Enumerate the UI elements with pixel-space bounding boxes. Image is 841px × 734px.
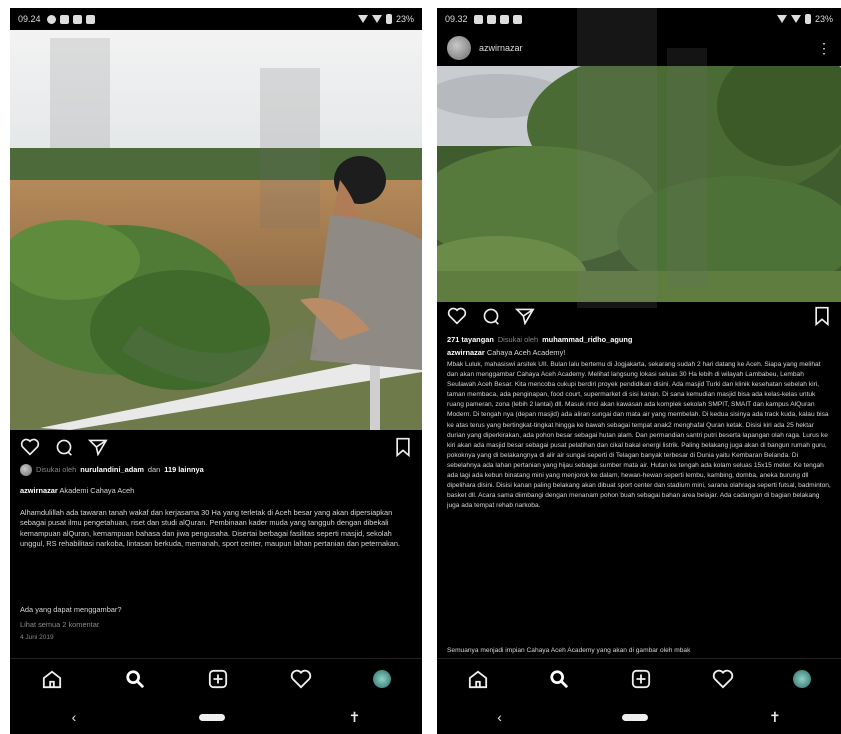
caption-text: Cahaya Aceh Academy! [486, 348, 566, 357]
notification-icons [473, 14, 522, 24]
post-description-tail: Semuanya menjadi impian Cahaya Aceh Acad… [447, 647, 691, 654]
likes-conjunction: dan [147, 464, 161, 474]
notification-icon [499, 14, 509, 24]
post-description: Mbak Luluk, mahasiswi arsitek UII. Bulan… [447, 361, 831, 510]
system-nav: ‹ ✝ [10, 700, 422, 734]
post-actions [10, 432, 422, 462]
notification-icon [486, 14, 496, 24]
liker-username[interactable]: muhammad_ridho_agung [542, 335, 632, 345]
accessibility-icon[interactable]: ✝ [769, 709, 781, 726]
home-icon[interactable] [467, 669, 489, 689]
bottom-nav [437, 658, 841, 699]
likes-count[interactable]: 119 lainnya [164, 465, 203, 475]
like-heart-icon[interactable] [20, 438, 40, 456]
bookmark-icon[interactable] [813, 306, 831, 326]
battery-percent: 23% [814, 14, 833, 24]
caption-username[interactable]: azwirnazar [20, 486, 58, 495]
search-icon[interactable] [548, 669, 570, 689]
home-pill-icon[interactable] [622, 713, 649, 721]
new-post-icon[interactable] [207, 669, 229, 689]
field-photo-image [10, 30, 422, 430]
poster-avatar[interactable] [447, 36, 471, 60]
notification-icon [72, 14, 82, 24]
profile-avatar-icon[interactable] [793, 670, 812, 688]
status-bar: 09.32 23% [437, 8, 841, 30]
views-count[interactable]: 271 tayangan [447, 335, 494, 345]
status-time: 09.32 [445, 14, 468, 24]
caption: azwirnazar Cahaya Aceh Academy! [447, 348, 831, 358]
comment-icon[interactable] [481, 307, 501, 325]
likes-row: Disukai oleh nurulandini_adam dan 119 la… [20, 464, 412, 476]
status-right: 23% [357, 14, 414, 24]
post-date: 4 Juni 2019 [20, 634, 54, 641]
activity-heart-icon[interactable] [290, 669, 312, 689]
share-send-icon[interactable] [515, 307, 535, 325]
caption: azwirnazar Akademi Cahaya Aceh [20, 486, 412, 496]
signal-icon [790, 15, 801, 23]
system-nav: ‹ ✝ [437, 700, 841, 734]
notification-icon [512, 14, 522, 24]
post-description: Alhamdulillah ada tawaran tanah wakaf da… [20, 508, 401, 549]
bookmark-icon[interactable] [394, 437, 412, 457]
status-right: 23% [776, 14, 833, 24]
back-chevron-icon[interactable]: ‹ [72, 709, 77, 725]
status-bar: 09.24 23% [10, 8, 422, 30]
views-prefix: Disukai oleh [497, 335, 539, 344]
notification-icon [85, 14, 95, 24]
notification-icon [59, 14, 69, 24]
wifi-icon [776, 15, 787, 23]
battery-percent: 23% [395, 14, 414, 24]
home-icon[interactable] [41, 669, 63, 689]
activity-heart-icon[interactable] [712, 669, 734, 689]
question-text: Ada yang dapat menggambar? [20, 605, 122, 614]
profile-avatar-icon[interactable] [373, 670, 392, 688]
forest-photo-image [437, 66, 841, 302]
battery-icon [804, 14, 811, 24]
accessibility-icon[interactable]: ✝ [349, 709, 361, 726]
bottom-nav [10, 658, 422, 699]
caption-username[interactable]: azwirnazar [447, 348, 485, 357]
likes-prefix: Disukai oleh [36, 464, 77, 474]
status-time: 09.24 [18, 14, 41, 24]
view-comments-link[interactable]: Lihat semua 2 komentar [20, 620, 412, 630]
right-phone-screen: 09.32 23% azwirnazar ⋮ 271 tayangan Disu… [437, 8, 841, 734]
share-send-icon[interactable] [88, 438, 108, 456]
like-heart-icon[interactable] [447, 307, 467, 325]
post-photo[interactable] [437, 66, 841, 302]
left-phone-screen: 09.24 23% Disukai oleh nurulandini_adam … [10, 8, 422, 734]
post-photo[interactable] [10, 30, 422, 430]
wifi-icon [357, 15, 368, 23]
liker-username[interactable]: nurulandini_adam [80, 465, 144, 475]
back-chevron-icon[interactable]: ‹ [497, 709, 502, 725]
search-icon[interactable] [124, 669, 146, 689]
post-header: azwirnazar ⋮ [437, 30, 841, 66]
home-pill-icon[interactable] [199, 713, 226, 721]
more-options-icon[interactable]: ⋮ [817, 40, 831, 57]
poster-username[interactable]: azwirnazar [479, 43, 523, 53]
liker-avatar [20, 464, 32, 476]
new-post-icon[interactable] [630, 669, 652, 689]
notification-icons [46, 14, 95, 24]
comment-icon[interactable] [54, 438, 74, 456]
battery-icon [385, 14, 392, 24]
notification-icon [473, 14, 483, 24]
signal-icon [371, 15, 382, 23]
caption-text: Akademi Cahaya Aceh [59, 486, 135, 495]
notification-icon [46, 14, 56, 24]
views-row: 271 tayangan Disukai oleh muhammad_ridho… [447, 335, 831, 345]
post-actions [437, 301, 841, 331]
